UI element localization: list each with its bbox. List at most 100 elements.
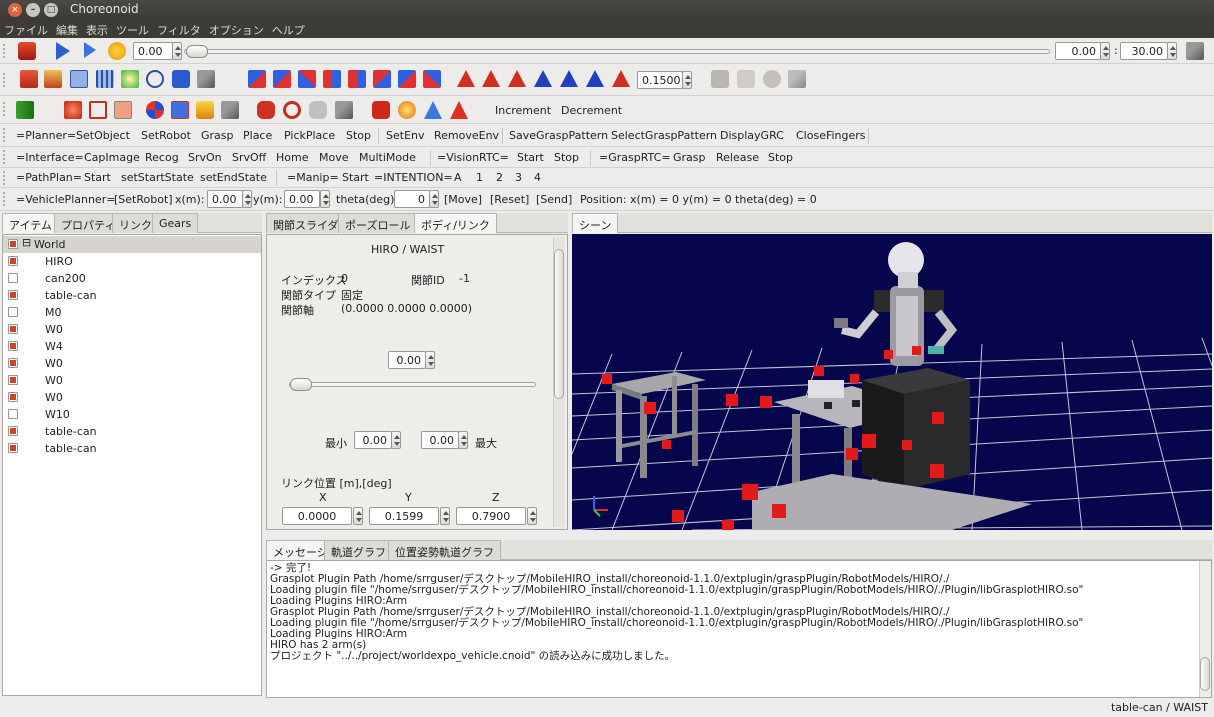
intention-3-button[interactable]: 3 xyxy=(515,171,522,184)
tree-checkbox[interactable] xyxy=(8,341,18,351)
tab-scene[interactable]: シーン xyxy=(572,213,619,233)
rotate-icon[interactable] xyxy=(283,101,301,119)
tree-checkbox[interactable] xyxy=(8,426,18,436)
tree-row[interactable]: table-can xyxy=(3,287,261,304)
vehicle-send-button[interactable]: [Send] xyxy=(536,193,572,206)
planner-stop-button[interactable]: Stop xyxy=(346,129,371,142)
joint-slider[interactable] xyxy=(289,382,536,387)
tree-row[interactable]: W0 xyxy=(3,321,261,338)
planner-displaygrc-button[interactable]: DisplayGRC xyxy=(720,129,784,142)
scene-wrench-icon[interactable] xyxy=(197,70,215,88)
position-x-input[interactable]: 0.0000 xyxy=(282,507,352,525)
tree-checkbox[interactable] xyxy=(8,273,18,283)
tree-checkbox[interactable] xyxy=(8,239,18,249)
grasprtc-release-button[interactable]: Release xyxy=(716,151,759,164)
triangle-icon-1[interactable] xyxy=(457,70,475,87)
zmp-icon[interactable] xyxy=(171,101,189,119)
tree-row[interactable]: table-can xyxy=(3,440,261,457)
toolbar-grip[interactable] xyxy=(3,73,7,87)
maximize-window-icon[interactable]: □ xyxy=(44,3,58,17)
time-spinner[interactable] xyxy=(172,42,182,60)
goto-start-icon[interactable] xyxy=(18,42,36,60)
triangle-icon-6[interactable] xyxy=(586,70,604,87)
tree-checkbox[interactable] xyxy=(8,409,18,419)
lighting-icon[interactable] xyxy=(121,70,139,88)
tree-row[interactable]: W0 xyxy=(3,389,261,406)
vehicle-theta-spinner[interactable] xyxy=(429,190,439,208)
contact-icon[interactable] xyxy=(196,101,214,119)
perspective-icon[interactable] xyxy=(70,70,88,88)
interface-multimode-button[interactable]: MultiMode xyxy=(359,151,416,164)
axes-icon[interactable] xyxy=(146,70,164,88)
tab-pose-roll[interactable]: ポーズロール xyxy=(338,213,418,233)
interface-recog-button[interactable]: Recog xyxy=(145,151,179,164)
joint-slider-handle[interactable] xyxy=(290,378,312,391)
vehicle-move-button[interactable]: [Move] xyxy=(444,193,482,206)
body-wrench-icon[interactable] xyxy=(221,101,239,119)
ik-icon-8[interactable] xyxy=(423,70,441,88)
pathplan-setstartstate-button[interactable]: setStartState xyxy=(121,171,194,184)
planner-grasp-button[interactable]: Grasp xyxy=(201,129,234,142)
vehicle-reset-button[interactable]: [Reset] xyxy=(490,193,529,206)
tree-checkbox[interactable] xyxy=(8,290,18,300)
waveform-icon[interactable] xyxy=(711,70,729,88)
tab-gears[interactable]: Gears xyxy=(152,213,199,233)
triangle-icon-7[interactable] xyxy=(612,70,630,87)
tree-row[interactable]: HIRO xyxy=(3,253,261,270)
interface-capimage-button[interactable]: CapImage xyxy=(84,151,140,164)
toolbar-grip[interactable] xyxy=(3,171,7,185)
tab-items[interactable]: アイテム xyxy=(2,213,59,233)
tree-row-world[interactable]: ⊟ World xyxy=(3,236,261,253)
tree-checkbox[interactable] xyxy=(8,443,18,453)
close-window-icon[interactable]: × xyxy=(8,3,22,17)
time-min-spinner[interactable] xyxy=(1100,42,1110,60)
scene-viewport[interactable] xyxy=(572,234,1212,530)
tree-row[interactable]: can200 xyxy=(3,270,261,287)
interface-move-button[interactable]: Move xyxy=(319,151,349,164)
position-z-spinner[interactable] xyxy=(527,507,537,525)
edit-mode-icon[interactable] xyxy=(44,70,62,88)
vehicle-x-input[interactable]: 0.00 xyxy=(207,190,243,208)
link-icon-3[interactable] xyxy=(114,101,132,119)
tree-row[interactable]: table-can xyxy=(3,423,261,440)
tree-checkbox[interactable] xyxy=(8,358,18,368)
intention-1-button[interactable]: 1 xyxy=(476,171,483,184)
ik-icon-2[interactable] xyxy=(273,70,291,88)
ik-icon-3[interactable] xyxy=(298,70,316,88)
interface-srvoff-button[interactable]: SrvOff xyxy=(232,151,266,164)
position-x-spinner[interactable] xyxy=(353,507,363,525)
toolbar-grip[interactable] xyxy=(3,44,7,58)
robot-icon-1[interactable] xyxy=(257,101,275,119)
vehicle-theta-input[interactable]: 0 xyxy=(394,190,430,208)
min-spinner[interactable] xyxy=(391,431,401,449)
position-y-input[interactable]: 0.1599 xyxy=(369,507,439,525)
tab-joint-slider[interactable]: 関節スライダ xyxy=(266,213,346,233)
time-input[interactable]: 0.00 xyxy=(133,42,173,60)
interface-srvon-button[interactable]: SrvOn xyxy=(188,151,222,164)
vehicle-x-spinner[interactable] xyxy=(242,190,252,208)
tree-row[interactable]: W4 xyxy=(3,338,261,355)
tree-checkbox[interactable] xyxy=(8,256,18,266)
decrement-button[interactable]: Decrement xyxy=(561,104,622,117)
refresh-icon[interactable] xyxy=(108,42,126,60)
wrench-icon[interactable] xyxy=(1186,42,1204,60)
robot-icon-2[interactable] xyxy=(309,101,327,119)
kinematics-value-input[interactable]: 0.1500 xyxy=(637,71,683,89)
up-arrow-red-icon[interactable] xyxy=(450,101,468,119)
triangle-icon-3[interactable] xyxy=(508,70,526,87)
time-slider-handle[interactable] xyxy=(186,45,208,58)
select-mode-icon[interactable] xyxy=(20,70,38,88)
toolbar-grip[interactable] xyxy=(3,102,7,116)
toolbar-grip[interactable] xyxy=(3,192,7,206)
body-wrench-icon-2[interactable] xyxy=(335,101,353,119)
max-input[interactable]: 0.00 xyxy=(421,431,459,449)
hand-icon[interactable] xyxy=(737,70,755,88)
joint-value-spinner[interactable] xyxy=(425,351,435,369)
tree-checkbox[interactable] xyxy=(8,375,18,385)
planner-removeenv-button[interactable]: RemoveEnv xyxy=(434,129,499,142)
tree-row[interactable]: W0 xyxy=(3,355,261,372)
kinematics-value-spinner[interactable] xyxy=(682,71,692,89)
triangle-icon-2[interactable] xyxy=(482,70,500,87)
manip-start-button[interactable]: Start xyxy=(342,171,369,184)
ik-icon-1[interactable] xyxy=(248,70,266,88)
